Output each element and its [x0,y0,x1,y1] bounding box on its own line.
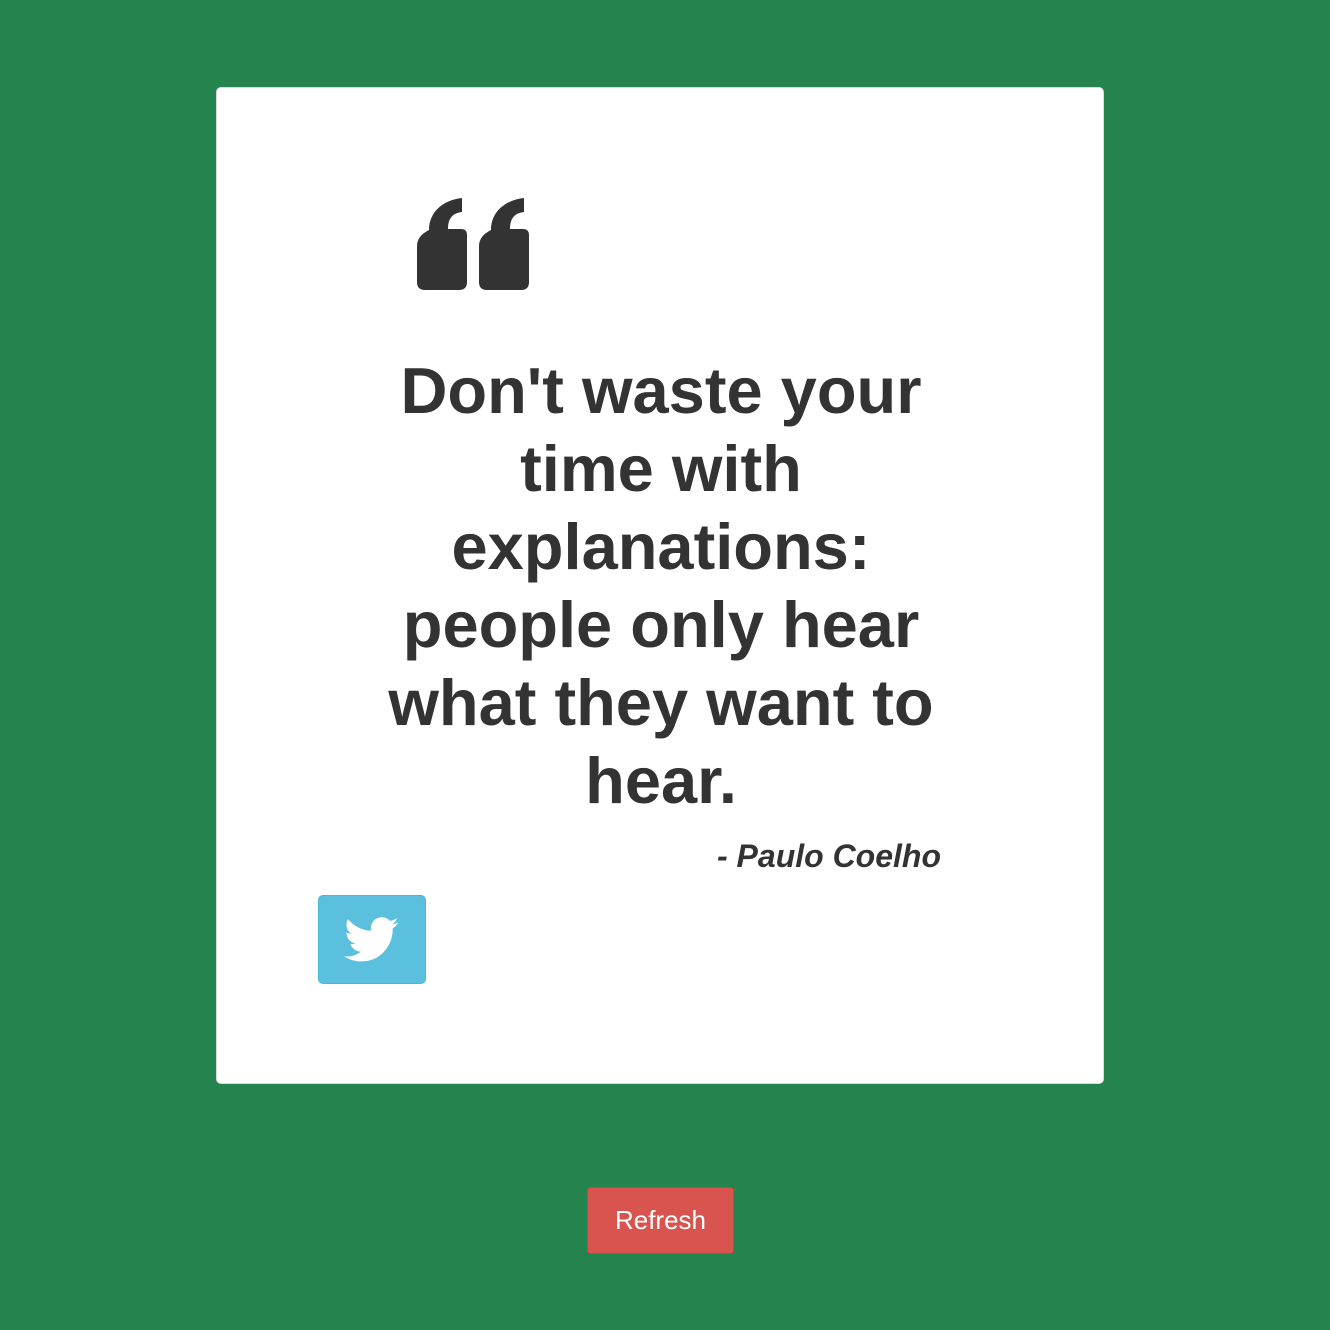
twitter-icon [344,916,399,961]
quote-text: Don't waste your time with explanations:… [388,354,934,817]
tweet-button[interactable] [318,895,426,984]
refresh-button[interactable]: Refresh [587,1187,734,1254]
quote-author: - Paulo Coelho [717,838,941,874]
quote-left-icon [417,198,529,290]
quote-card: Don't waste your time with explanations:… [216,87,1104,1084]
